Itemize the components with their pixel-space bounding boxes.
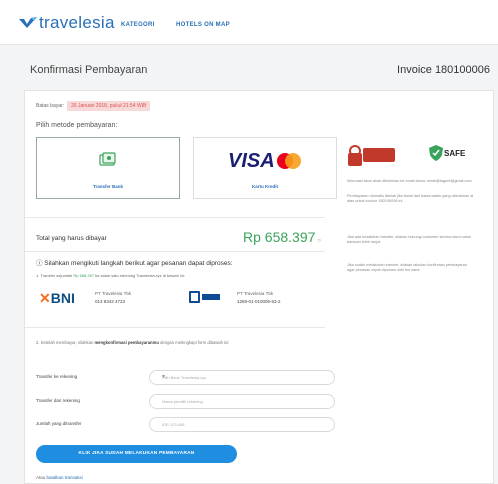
step-1: 1. Transfer sejumlah Rp 658.397 ke salah… [36,273,185,278]
instructions-title: ⓘ Silahkan mengikuti langkah berikut aga… [36,260,233,267]
security-seal-icon [363,148,395,162]
deadline-row: Batas bayar: 26 Januari 2018, pukul 21:54… [36,101,151,111]
nav-item-hotels-on-map[interactable]: HOTELS ON MAP [176,22,230,28]
total-amount: Rp 658.397 [243,229,316,245]
bni-account-number: 013 8342 4723 [95,299,126,304]
mastercard-icon [277,153,301,169]
payment-card: Batas bayar: 26 Januari 2018, pukul 21:54… [24,90,494,484]
cancel-transaction-link[interactable]: batalkan transaksi [47,475,83,480]
divider [25,251,325,252]
security-lock-icon [348,145,362,166]
step1-suffix: ke salah satu rekening Travelesia.xyz di… [95,273,186,278]
bri-logo [189,291,220,303]
note-deadline: Pembayaran otomatis ditolak jika lewat d… [347,194,474,203]
bank-to-select[interactable]: Pilih Bank Travelesia.xyz ▾ [149,370,335,385]
bri-account-number: 1269-01-010006-53-2 [237,299,281,304]
cancel-row: Atau batalkan transaksi [36,475,83,480]
step1-prefix: 1. Transfer sejumlah [36,273,73,278]
bni-account: PT Travelesia Tbk 013 8342 4723 [95,290,131,306]
amount-input[interactable]: IDR 123.456 [149,417,335,432]
bni-logo: ✕BNI [39,290,75,307]
method-title: Pilih metode pembayaran: [36,122,118,129]
amount-label: Jumlah yang ditransfer [36,421,82,426]
visa-logo: VISA [228,150,275,172]
bank-from-placeholder: Nama pemilik rekening [162,399,203,404]
method-bank-transfer[interactable]: Transfer Bank [36,137,180,199]
step2-prefix: 2. Setelah membayar, silahkan [36,340,94,345]
bni-holder: PT Travelesia Tbk [95,291,132,296]
app-logo[interactable]: travelesia [18,13,115,33]
method-label-bank: Transfer Bank [92,184,123,189]
security-badges: SAFE [347,145,477,171]
app-name: travelesia [39,13,115,32]
bank-to-label: Transfer ke rekening [36,374,78,379]
amount-placeholder: IDR 123.456 [162,422,185,427]
shield-icon [429,145,443,161]
step2-suffix: dengan melengkapi form dibawah ini: [160,340,230,345]
page-title: Konfirmasi Pembayaran [30,64,148,76]
deadline-label: Batas bayar: [36,103,65,109]
or-text: Atau [36,475,46,480]
note-bank: Jika sudah melakukan transfer, silakan l… [347,263,467,272]
confirm-payment-button[interactable]: KLIK JIKA SUDAH MELAKUKAN PEMBAYARAN [36,445,237,463]
step-2: 2. Setelah membayar, silahkan mengkonfir… [36,339,336,346]
method-credit-card[interactable]: VISA Kartu Kredit [193,137,337,199]
safe-badge-label: SAFE [444,149,466,158]
step2-bold: mengkonfirmasi pembayaranmu [94,340,159,345]
bank-from-input[interactable]: Nama pemilik rekening [149,394,335,409]
divider [25,327,325,328]
page-header: Konfirmasi Pembayaran Invoice 180100006 [30,62,490,82]
deadline-value: 26 Januari 2018, pukul 21:54 WIB [67,101,151,111]
chevron-down-icon: ▾ [162,374,166,380]
divider [25,217,325,218]
total-label: Total yang harus dibayar [36,235,107,242]
bank-from-label: Transfer dari rekening [36,398,80,403]
total-suffix: ○ [317,238,322,244]
bri-holder: PT Travelesia Tbk [237,291,274,296]
total-value: Rp 658.397 ○ [243,229,321,245]
step1-amount: Rp 658.397 [73,273,95,278]
bank-transfer-icon [99,152,116,166]
nav-item-kategori[interactable]: KATEGORI [121,22,155,28]
invoice-number: Invoice 180100006 [397,64,490,76]
note-total: Jika ada kesalahan transfer, silakan hub… [347,235,471,244]
bni-logo-text: BNI [50,290,75,306]
top-navbar: travelesia KATEGORI HOTELS ON MAP [0,0,498,45]
note-email: Informasi akun akan dikirimkan ke email … [347,179,472,183]
bni-logo-mark: ✕ [39,290,51,306]
bri-account: PT Travelesia Tbk 1269-01-010006-53-2 [237,290,281,306]
method-label-card: Kartu Kredit [251,184,278,189]
logo-mark-icon [19,17,37,28]
